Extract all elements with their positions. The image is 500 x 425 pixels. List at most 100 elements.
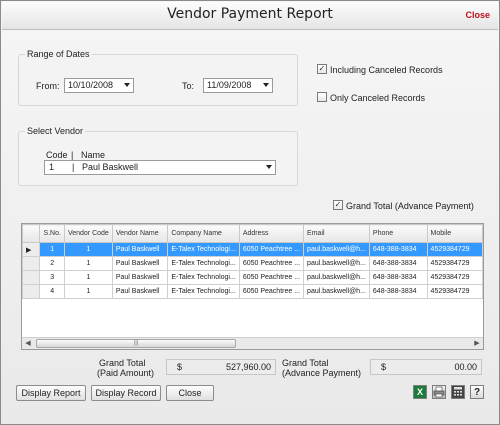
cell-mobile: 4529384729 — [426, 242, 483, 257]
vendor-sep: | — [72, 162, 75, 172]
column-header[interactable]: Address — [238, 224, 305, 243]
cell-mobile: 4529384729 — [426, 284, 483, 299]
excel-glyph: X — [416, 387, 423, 397]
cell-phone: 648-388-3834 — [368, 242, 428, 257]
cell-phone: 648-388-3834 — [368, 256, 428, 271]
close-link[interactable]: Close — [465, 10, 490, 20]
cell-phone: 648-388-3834 — [368, 284, 428, 299]
checkmark-icon: ✓ — [318, 64, 326, 73]
report-window: Vendor Payment Report Close Range of Dat… — [0, 0, 500, 425]
cell-sno: 1 — [39, 242, 65, 257]
scroll-left-icon[interactable]: ◀ — [22, 338, 34, 349]
payments-grid[interactable]: S.No. Vendor Code Vendor Name Company Na… — [21, 223, 484, 350]
help-glyph: ? — [473, 387, 481, 398]
cell-vendor: Paul Baskwell — [111, 284, 169, 299]
cell-sno: 2 — [39, 256, 65, 271]
cell-vendor: Paul Baskwell — [111, 270, 169, 285]
horizontal-scrollbar[interactable]: ◀ ||| ▶ — [22, 337, 483, 349]
row-selector[interactable] — [22, 284, 41, 299]
paid-total-field: $ 527,960.00 — [166, 359, 276, 375]
column-header[interactable]: Vendor Name — [111, 224, 169, 243]
cell-phone: 648-388-3834 — [368, 270, 428, 285]
scroll-thumb[interactable]: ||| — [36, 339, 236, 348]
checkmark-icon: ✓ — [334, 200, 342, 209]
column-header[interactable]: Company Name — [167, 224, 240, 243]
display-report-button[interactable]: Display Report — [16, 385, 86, 401]
chevron-down-icon — [266, 165, 272, 169]
paid-total-value: 527,960.00 — [225, 362, 271, 372]
row-selector[interactable] — [22, 270, 41, 285]
table-row[interactable]: 2 1 Paul Baskwell E-Talex Technologi... … — [22, 256, 483, 271]
cell-address: 6050 Peachtree ... — [238, 256, 305, 271]
only-canceled-label: Only Canceled Records — [330, 93, 426, 103]
window-title: Vendor Payment Report — [167, 6, 333, 22]
only-canceled-checkbox[interactable] — [317, 92, 327, 102]
including-canceled-checkbox[interactable]: ✓ — [317, 64, 327, 74]
cell-code: 1 — [63, 284, 113, 299]
row-selector-marker[interactable]: ▶ — [22, 242, 41, 257]
vendor-header-name: Name — [81, 150, 106, 160]
table-row[interactable]: 3 1 Paul Baskwell E-Talex Technologi... … — [22, 270, 483, 285]
row-selector[interactable] — [22, 256, 41, 271]
vendor-select[interactable]: 1 | Paul Baskwell — [44, 160, 276, 175]
advance-total-label-line2: (Advance Payment) — [282, 368, 362, 378]
advance-total-field: $ 00.00 — [370, 359, 482, 375]
title-bar: Vendor Payment Report Close — [2, 2, 498, 30]
from-date-value: 10/10/2008 — [68, 80, 114, 90]
advance-total-value: 00.00 — [454, 362, 477, 372]
scroll-right-icon[interactable]: ▶ — [471, 338, 483, 349]
cell-email: paul.baskwell@h... — [303, 284, 370, 299]
grand-total-advance-label: Grand Total (Advance Payment) — [346, 201, 474, 211]
vendor-header-sep: | — [71, 150, 74, 160]
cell-mobile: 4529384729 — [426, 256, 483, 271]
calculator-icon[interactable] — [451, 385, 465, 399]
paid-currency: $ — [177, 362, 183, 372]
from-label: From: — [36, 81, 60, 91]
payments-table: S.No. Vendor Code Vendor Name Company Na… — [22, 224, 483, 299]
cell-company: E-Talex Technologi... — [167, 242, 240, 257]
cell-address: 6050 Peachtree ... — [238, 242, 305, 257]
cell-email: paul.baskwell@h... — [303, 256, 370, 271]
table-row[interactable]: 4 1 Paul Baskwell E-Talex Technologi... … — [22, 284, 483, 299]
date-range-label: Range of Dates — [25, 49, 92, 59]
vendor-group-label: Select Vendor — [25, 126, 86, 136]
cell-company: E-Talex Technologi... — [167, 256, 240, 271]
to-date-value: 11/09/2008 — [207, 80, 252, 90]
printer-icon[interactable] — [432, 385, 446, 399]
table-row[interactable]: ▶ 1 1 Paul Baskwell E-Talex Technologi..… — [22, 242, 483, 257]
cell-address: 6050 Peachtree ... — [238, 284, 305, 299]
cell-company: E-Talex Technologi... — [167, 284, 240, 299]
to-date-picker[interactable]: 11/09/2008 — [203, 78, 273, 93]
cell-sno: 4 — [39, 284, 65, 299]
display-record-button[interactable]: Display Record — [91, 385, 161, 401]
column-header[interactable]: S.No. — [39, 224, 65, 243]
cell-company: E-Talex Technologi... — [167, 270, 240, 285]
advance-currency: $ — [381, 362, 387, 372]
vendor-header-code: Code — [46, 150, 68, 160]
advance-total-label-line1: Grand Total — [282, 358, 329, 368]
column-header[interactable]: Email — [303, 224, 370, 243]
from-date-picker[interactable]: 10/10/2008 — [64, 78, 134, 93]
including-canceled-label: Including Canceled Records — [330, 65, 443, 75]
grand-total-advance-checkbox[interactable]: ✓ — [333, 200, 343, 210]
cell-vendor: Paul Baskwell — [111, 242, 169, 257]
cell-mobile: 4529384729 — [426, 270, 483, 285]
cell-email: paul.baskwell@h... — [303, 242, 370, 257]
excel-export-icon[interactable]: X — [413, 385, 427, 399]
cell-address: 6050 Peachtree ... — [238, 270, 305, 285]
vendor-name-value: Paul Baskwell — [82, 162, 139, 172]
help-icon[interactable]: ? — [470, 385, 484, 399]
close-button[interactable]: Close — [166, 385, 214, 401]
cell-email: paul.baskwell@h... — [303, 270, 370, 285]
cell-sno: 3 — [39, 270, 65, 285]
column-header[interactable]: Phone — [368, 224, 428, 243]
row-header-corner — [22, 224, 41, 243]
column-header[interactable]: Mobile — [426, 224, 483, 243]
cell-vendor: Paul Baskwell — [111, 256, 169, 271]
printer-glyph — [433, 386, 445, 398]
cell-code: 1 — [63, 256, 113, 271]
chevron-down-icon — [124, 83, 130, 87]
paid-total-label-line1: Grand Total — [99, 358, 146, 368]
column-header[interactable]: Vendor Code — [63, 224, 113, 243]
paid-total-label-line2: (Paid Amount) — [97, 368, 155, 378]
